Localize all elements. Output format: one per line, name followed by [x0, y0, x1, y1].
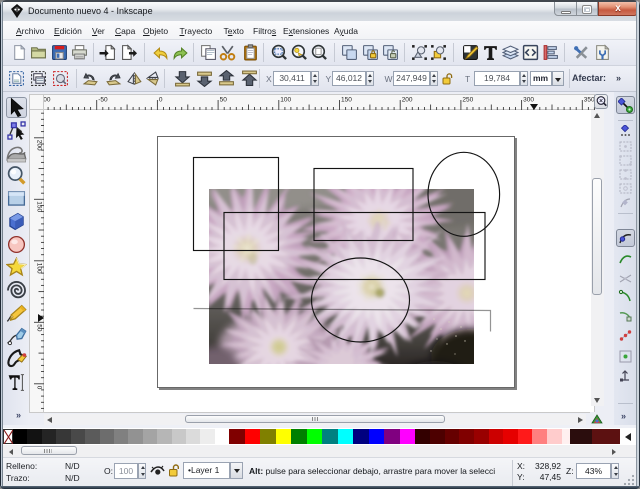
svg-text:100: 100 [36, 263, 43, 274]
svg-text:-100: -100 [44, 97, 51, 104]
svg-text:-50: -50 [98, 97, 108, 104]
svg-text:150: 150 [341, 97, 352, 104]
svg-text:250: 250 [462, 97, 473, 104]
svg-text:100: 100 [280, 97, 291, 104]
svg-text:300: 300 [523, 97, 534, 104]
svg-text:200: 200 [36, 140, 43, 151]
svg-text:150: 150 [36, 201, 43, 212]
svg-text:50: 50 [220, 97, 228, 104]
svg-text:200: 200 [402, 97, 413, 104]
svg-text:0: 0 [159, 97, 163, 104]
svg-text:0: 0 [36, 386, 43, 390]
